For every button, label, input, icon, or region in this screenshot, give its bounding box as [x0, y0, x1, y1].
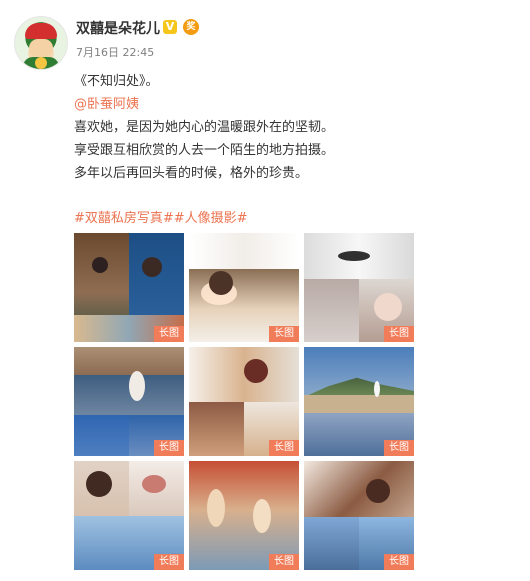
user-name[interactable]: 双囍是朵花儿	[76, 18, 160, 38]
tile-part	[304, 279, 359, 342]
weibo-post: 双囍是朵花儿 V 奖 7月16日 22:45 《不知归处》。 @卧蚕阿姨 喜欢她…	[0, 0, 530, 581]
long-image-badge: 长图	[384, 440, 414, 456]
image-tile-4[interactable]: 长图	[74, 347, 184, 456]
tile-part	[74, 347, 184, 375]
long-image-badge: 长图	[384, 326, 414, 342]
image-tile-3[interactable]: 长图	[304, 233, 414, 342]
image-tile-5[interactable]: 长图	[189, 347, 299, 456]
verified-badge-icon: V	[163, 20, 177, 34]
tile-part	[189, 402, 244, 456]
image-tile-2[interactable]: 长图	[189, 233, 299, 342]
post-text-line: 多年以后再回头看的时候，格外的珍贵。	[74, 166, 309, 181]
tile-figure	[374, 381, 380, 397]
tile-figure	[338, 251, 370, 261]
tile-figure	[129, 371, 145, 401]
long-image-badge: 长图	[269, 554, 299, 570]
tile-figure	[366, 479, 390, 503]
tile-figure	[142, 475, 166, 493]
image-tile-1[interactable]: 长图	[74, 233, 184, 342]
post-title-line: 《不知归处》。	[74, 74, 159, 89]
image-grid: 长图 长图 长图 长图 长图 长图 长图 长图 长图	[74, 233, 414, 581]
tile-figure	[253, 499, 271, 533]
long-image-badge: 长图	[384, 554, 414, 570]
post-content: 《不知归处》。 @卧蚕阿姨 喜欢她，是因为她内心的温暖跟外在的坚韧。 享受跟互相…	[74, 70, 514, 185]
tile-figure	[92, 257, 108, 273]
long-image-badge: 长图	[269, 440, 299, 456]
tile-figure	[142, 257, 162, 277]
image-tile-6[interactable]: 长图	[304, 347, 414, 456]
medal-badge-icon: 奖	[183, 19, 199, 35]
post-text-line: 喜欢她，是因为她内心的温暖跟外在的坚韧。	[74, 120, 335, 135]
tile-figure	[209, 271, 233, 295]
tile-part	[189, 233, 299, 269]
image-tile-7[interactable]: 长图	[74, 461, 184, 570]
long-image-badge: 长图	[154, 554, 184, 570]
long-image-badge: 长图	[154, 440, 184, 456]
image-tile-9[interactable]: 长图	[304, 461, 414, 570]
long-image-badge: 长图	[154, 326, 184, 342]
tile-figure	[374, 293, 402, 321]
mention-link[interactable]: @卧蚕阿姨	[74, 93, 514, 116]
image-tile-8[interactable]: 长图	[189, 461, 299, 570]
post-time[interactable]: 7月16日 22:45	[76, 44, 154, 60]
tile-figure	[86, 471, 112, 497]
tile-figure	[207, 489, 225, 527]
user-avatar[interactable]	[14, 16, 68, 70]
tile-part	[304, 395, 414, 413]
post-text-line: 享受跟互相欣赏的人去一个陌生的地方拍摄。	[74, 143, 335, 158]
avatar-face	[29, 39, 53, 57]
avatar-cap	[25, 23, 57, 39]
hashtags[interactable]: #双囍私房写真##人像摄影#	[74, 207, 248, 226]
tile-part	[304, 517, 359, 570]
tile-part	[304, 461, 414, 517]
tile-figure	[244, 359, 268, 383]
long-image-badge: 长图	[269, 326, 299, 342]
avatar-badge	[35, 57, 47, 69]
tile-part	[74, 415, 129, 456]
